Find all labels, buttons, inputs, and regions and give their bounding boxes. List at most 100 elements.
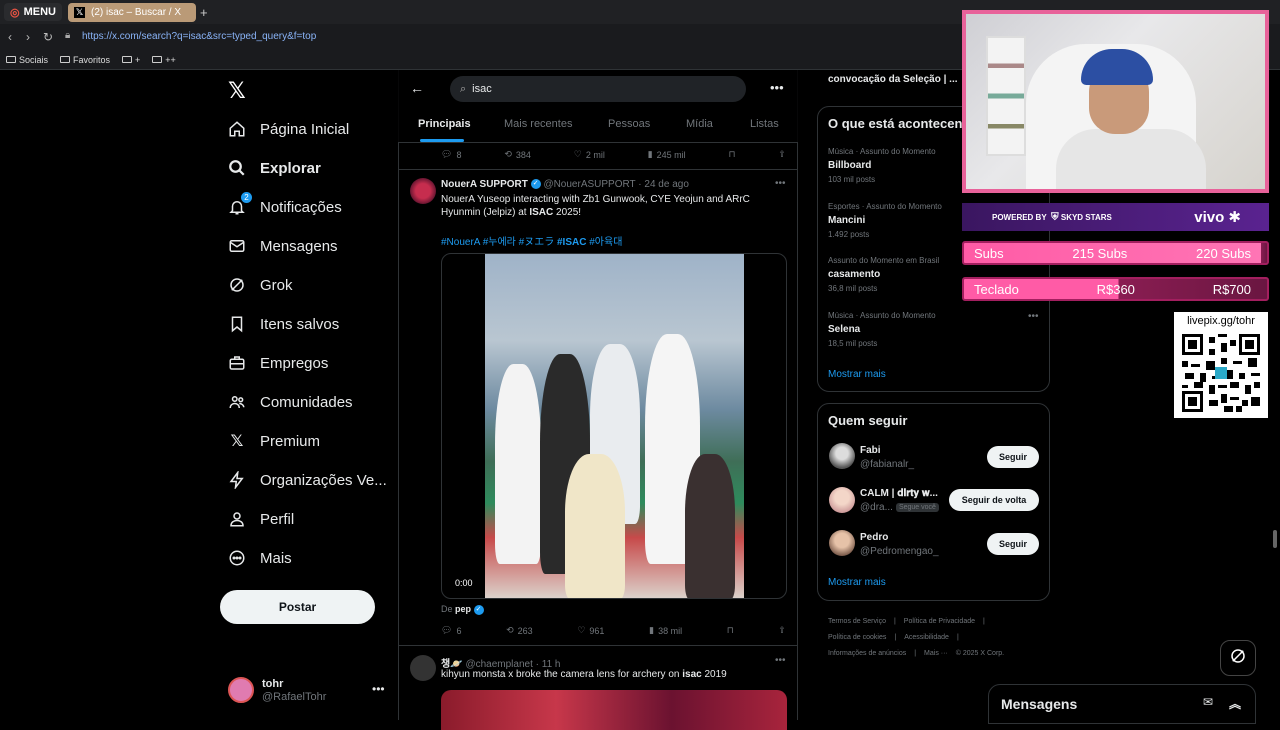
- views-button[interactable]: ▮ 38 mil: [649, 625, 682, 636]
- follow-user-name[interactable]: Fabi: [860, 445, 881, 456]
- nav-item-verified-orgs[interactable]: Organizações Ve...: [228, 471, 387, 489]
- video-player[interactable]: 0:00: [441, 253, 787, 599]
- follow-user-name[interactable]: Pedro: [860, 532, 888, 543]
- source-name[interactable]: pep: [455, 604, 471, 614]
- nav-item-explore[interactable]: Explorar: [228, 159, 321, 177]
- nav-item-more[interactable]: Mais: [228, 549, 292, 567]
- back-arrow-icon[interactable]: ←: [410, 80, 424, 96]
- avatar[interactable]: [410, 178, 436, 204]
- url-text[interactable]: https://x.com/search?q=isac&src=typed_qu…: [82, 31, 316, 42]
- back-icon[interactable]: ‹: [8, 30, 12, 44]
- hashtag-link[interactable]: #누에라: [483, 237, 516, 248]
- footer-link[interactable]: Política de Privacidade: [904, 618, 975, 625]
- trend-name[interactable]: Billboard: [828, 160, 871, 171]
- share-button[interactable]: ⇪: [778, 149, 786, 160]
- like-button[interactable]: ♡ 2 mil: [574, 149, 605, 160]
- author-name[interactable]: NouerA SUPPORT: [441, 179, 528, 190]
- nav-item-bookmarks[interactable]: Itens salvos: [228, 315, 339, 333]
- follow-back-button[interactable]: Seguir de volta: [949, 489, 1039, 511]
- nav-item-messages[interactable]: Mensagens: [228, 237, 338, 255]
- footer-link[interactable]: Termos de Serviço: [828, 618, 886, 625]
- like-button[interactable]: ♡ 961: [577, 625, 604, 636]
- hashtag-link[interactable]: #NouerA: [441, 237, 480, 248]
- new-message-icon[interactable]: ✉︎: [1203, 695, 1213, 712]
- bookmark-folder[interactable]: Favoritos: [60, 55, 110, 65]
- more-options-icon[interactable]: •••: [770, 80, 784, 95]
- nav-item-profile[interactable]: Perfil: [228, 510, 294, 528]
- hashtag-link[interactable]: #ヌエラ: [519, 237, 555, 248]
- footer-link[interactable]: Mais ···: [924, 650, 948, 657]
- tweet-time[interactable]: 24 de ago: [644, 179, 689, 190]
- follow-user-handle[interactable]: @Pedromengao_: [860, 546, 939, 557]
- x-logo-icon[interactable]: 𝕏: [228, 78, 246, 104]
- follow-show-more-link[interactable]: Mostrar mais: [828, 577, 886, 588]
- footer-link[interactable]: Acessibilidade: [904, 634, 949, 641]
- trend-name[interactable]: Selena: [828, 324, 860, 335]
- nav-item-jobs[interactable]: Empregos: [228, 354, 328, 372]
- trend-name[interactable]: Mancini: [828, 215, 865, 226]
- tab-media[interactable]: Mídia: [686, 118, 713, 130]
- nav-item-grok[interactable]: Grok: [228, 276, 293, 294]
- follow-button[interactable]: Seguir: [987, 533, 1039, 555]
- trend-item-partial[interactable]: convocação da Seleção | ...: [828, 74, 958, 85]
- avatar[interactable]: [829, 530, 855, 556]
- reply-button[interactable]: 💬︎ 6: [441, 625, 461, 636]
- avatar[interactable]: [228, 677, 254, 703]
- nav-item-communities[interactable]: Comunidades: [228, 393, 353, 411]
- goal-current: 215 Subs: [1072, 245, 1128, 261]
- follow-button[interactable]: Seguir: [987, 446, 1039, 468]
- avatar[interactable]: [829, 443, 855, 469]
- footer-link[interactable]: Informações de anúncios: [828, 650, 906, 657]
- author-handle[interactable]: @NouerASUPPORT: [543, 179, 635, 190]
- follow-user-handle[interactable]: @fabianalr_: [860, 459, 914, 470]
- share-button[interactable]: ⇪: [778, 625, 786, 636]
- messages-drawer[interactable]: Mensagens ✉︎ ︽: [988, 684, 1256, 724]
- tab-people[interactable]: Pessoas: [608, 118, 650, 130]
- avatar[interactable]: [410, 655, 436, 681]
- repost-button[interactable]: ⟲ 384: [504, 149, 531, 160]
- account-menu-icon[interactable]: •••: [372, 682, 385, 696]
- tab-latest[interactable]: Mais recentes: [504, 118, 572, 130]
- tweet-more-icon[interactable]: •••: [775, 655, 786, 666]
- subs-goal-bar: Subs 215 Subs 220 Subs: [962, 241, 1269, 265]
- trend-name[interactable]: casamento: [828, 269, 880, 280]
- grok-floating-button[interactable]: [1220, 640, 1256, 676]
- repost-button[interactable]: ⟲ 263: [506, 625, 533, 636]
- footer-link[interactable]: Política de cookies: [828, 634, 886, 641]
- tab-title: (2) isac – Buscar / X: [91, 7, 182, 18]
- tweet-more-icon[interactable]: •••: [775, 178, 786, 189]
- account-handle: @RafaelTohr: [262, 691, 327, 703]
- page-scrollbar[interactable]: [1273, 530, 1277, 548]
- browser-menu-button[interactable]: ◎ MENU: [4, 3, 62, 21]
- forward-icon[interactable]: ›: [26, 30, 30, 44]
- reply-button[interactable]: 💬︎ 8: [441, 149, 461, 160]
- search-box[interactable]: ⌕: [450, 76, 746, 102]
- new-tab-icon[interactable]: +: [200, 5, 208, 20]
- search-input[interactable]: [472, 83, 713, 95]
- nav-item-home[interactable]: Página Inicial: [228, 120, 349, 138]
- avatar[interactable]: [829, 487, 855, 513]
- hashtag-link[interactable]: #ISAC: [557, 237, 586, 248]
- browser-tab-active[interactable]: 𝕏 (2) isac – Buscar / X: [68, 3, 196, 22]
- trend-more-icon[interactable]: •••: [1028, 311, 1039, 322]
- folder-icon: [6, 56, 16, 63]
- follow-user-name[interactable]: CALM | 𝐝𝐢𝐫𝐭𝐲 𝐰...: [860, 488, 938, 499]
- chevron-up-icon[interactable]: ︽: [1229, 695, 1241, 712]
- nav-item-premium[interactable]: 𝕏 Premium: [228, 432, 320, 451]
- bookmark-folder[interactable]: Sociais: [6, 55, 48, 65]
- tab-lists[interactable]: Listas: [750, 118, 779, 130]
- bookmark-folder[interactable]: ++: [152, 55, 176, 65]
- hashtag-link[interactable]: #아육대: [589, 237, 622, 248]
- follow-user-handle[interactable]: @dra...: [860, 502, 893, 513]
- bookmark-button[interactable]: ⊓: [727, 625, 734, 636]
- nav-item-notifications[interactable]: 2 Notificações: [228, 192, 342, 216]
- post-button[interactable]: Postar: [220, 590, 375, 624]
- qr-label: livepix.gg/tohr: [1187, 315, 1255, 327]
- tweet-media[interactable]: [441, 690, 787, 730]
- tab-top[interactable]: Principais: [418, 118, 471, 130]
- bookmark-button[interactable]: ⊓: [729, 149, 736, 160]
- reload-icon[interactable]: ↻: [43, 30, 53, 44]
- trends-show-more-link[interactable]: Mostrar mais: [828, 369, 886, 380]
- views-button[interactable]: ▮ 245 mil: [648, 149, 686, 160]
- bookmark-folder[interactable]: +: [122, 55, 140, 65]
